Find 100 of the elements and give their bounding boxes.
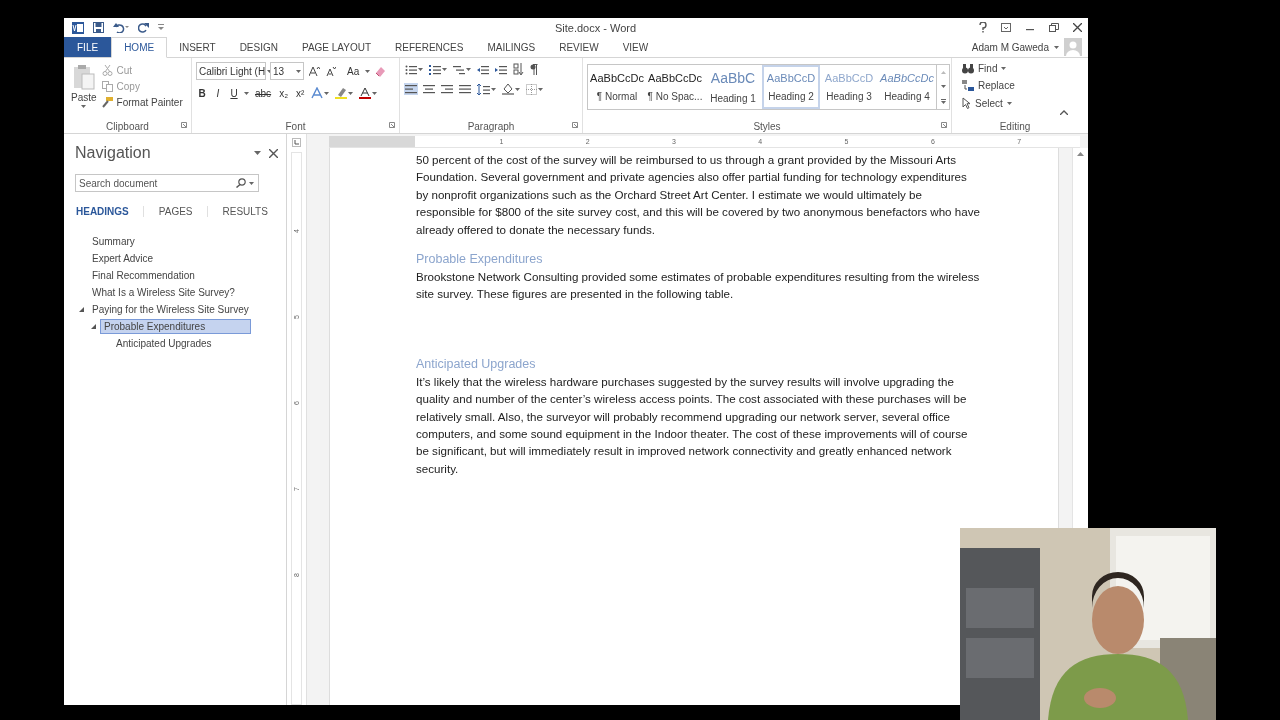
dropdown-caret-icon[interactable]	[81, 105, 87, 108]
style-name: Heading 4	[884, 91, 930, 102]
bold-button[interactable]: B	[196, 87, 208, 99]
ribbon-tab[interactable]: INSERT	[167, 37, 228, 57]
strikethrough-button[interactable]: abc	[253, 87, 274, 99]
dropdown-caret-icon[interactable]	[1006, 101, 1012, 105]
close-icon[interactable]	[1073, 23, 1082, 32]
dropdown-caret-icon[interactable]	[267, 69, 273, 73]
heading-item[interactable]: Paying for the Wireless Site Survey	[88, 302, 253, 317]
pane-tab[interactable]: PAGES	[157, 206, 208, 217]
more-styles-icon[interactable]	[940, 98, 946, 104]
underline-button[interactable]: U	[228, 87, 240, 99]
dropdown-caret-icon[interactable]	[348, 91, 354, 95]
style-item[interactable]: AaBbCcDc ¶ Normal	[588, 65, 646, 109]
ribbon-tab[interactable]: DESIGN	[227, 37, 290, 57]
numbering-icon[interactable]	[429, 63, 441, 75]
pane-tab[interactable]: RESULTS	[221, 206, 282, 217]
dropdown-caret-icon[interactable]	[515, 87, 520, 91]
ribbon-tab[interactable]: HOME	[111, 37, 168, 58]
dialog-launcher-icon[interactable]	[941, 122, 947, 128]
ribbon-tab[interactable]: PAGE LAYOUT	[289, 37, 384, 57]
ribbon-tab[interactable]: REFERENCES	[383, 37, 476, 57]
multilevel-list-icon[interactable]	[453, 63, 465, 75]
style-item[interactable]: AaBbCcDc Heading 4	[878, 65, 936, 109]
customize-toolbar-icon[interactable]	[158, 24, 164, 31]
decrease-indent-icon[interactable]	[477, 63, 489, 75]
restore-icon[interactable]	[1049, 23, 1059, 32]
ribbon-tab[interactable]: FILE	[64, 37, 112, 57]
dropdown-caret-icon[interactable]	[442, 67, 447, 71]
dropdown-caret-icon[interactable]	[296, 69, 301, 73]
heading-item[interactable]: Final Recommendation	[88, 268, 199, 283]
heading-item[interactable]: Expert Advice	[88, 251, 158, 266]
redo-icon[interactable]	[138, 22, 149, 33]
align-center-button[interactable]	[422, 83, 436, 95]
dropdown-caret-icon[interactable]	[365, 69, 371, 73]
dropdown-caret-icon[interactable]	[244, 91, 249, 95]
heading-item[interactable]: Summary	[88, 234, 139, 249]
dropdown-caret-icon[interactable]	[1001, 67, 1007, 70]
align-justify-icon	[459, 84, 471, 94]
scroll-down-icon[interactable]	[940, 84, 946, 88]
borders-icon[interactable]	[526, 83, 537, 95]
clipboard-icon	[72, 64, 95, 90]
dropdown-caret-icon[interactable]	[1054, 45, 1059, 49]
pilcrow-icon[interactable]	[530, 63, 538, 75]
heading-item[interactable]: Anticipated Upgrades	[112, 336, 216, 351]
change-case-button[interactable]: Aa	[345, 65, 362, 77]
ribbon-display-options-icon[interactable]	[1001, 23, 1011, 32]
ribbon-tab[interactable]: MAILINGS	[475, 37, 548, 57]
font-size-field[interactable]: 13	[270, 62, 304, 80]
dropdown-caret-icon[interactable]	[491, 87, 496, 91]
ribbon-tab[interactable]: REVIEW	[547, 37, 611, 57]
line-spacing-icon[interactable]	[477, 83, 490, 95]
font-color-icon[interactable]	[359, 87, 372, 99]
help-icon[interactable]	[979, 22, 987, 33]
format-painter-button[interactable]: Format Painter	[99, 96, 185, 109]
dropdown-caret-icon[interactable]	[324, 91, 330, 95]
heading-item[interactable]: Probable Expenditures	[100, 319, 251, 334]
increase-indent-icon[interactable]	[495, 63, 507, 75]
dialog-launcher-icon[interactable]	[181, 122, 187, 128]
pane-options-icon[interactable]	[254, 151, 261, 155]
grow-font-icon[interactable]	[309, 66, 320, 76]
highlighter-icon[interactable]	[335, 87, 348, 99]
subscript-button[interactable]: x₂	[277, 87, 290, 99]
dropdown-caret-icon[interactable]	[538, 87, 543, 91]
style-item[interactable]: AaBbCcDc ¶ No Spac...	[646, 65, 704, 109]
dialog-launcher-icon[interactable]	[389, 122, 395, 128]
style-item[interactable]: AaBbC Heading 1	[704, 65, 762, 109]
save-icon[interactable]	[93, 22, 104, 33]
align-justify-button[interactable]	[458, 83, 472, 95]
expanded-triangle-icon[interactable]	[91, 324, 96, 329]
word-logo-icon[interactable]	[72, 21, 84, 34]
paste-button[interactable]: Paste	[68, 62, 100, 119]
ribbon-tab[interactable]: VIEW	[610, 37, 661, 57]
dropdown-caret-icon[interactable]	[418, 67, 423, 71]
dropdown-caret-icon[interactable]	[466, 67, 471, 71]
select-button[interactable]: Select	[960, 96, 1017, 110]
close-icon[interactable]	[269, 148, 278, 158]
user-name[interactable]: Adam M Gaweda	[971, 41, 1049, 53]
dropdown-caret-icon[interactable]	[372, 91, 378, 95]
style-item[interactable]: AaBbCcD Heading 3	[820, 65, 878, 109]
italic-button[interactable]: I	[212, 87, 224, 99]
replace-button[interactable]: Replace	[960, 79, 1017, 92]
collapse-ribbon-icon[interactable]	[1060, 110, 1068, 115]
expanded-triangle-icon[interactable]	[79, 307, 84, 312]
heading-item[interactable]: What Is a Wireless Site Survey?	[88, 285, 239, 300]
style-item[interactable]: AaBbCcD Heading 2	[762, 65, 820, 109]
sort-icon[interactable]	[513, 63, 524, 75]
undo-icon[interactable]	[113, 22, 129, 33]
bullets-icon[interactable]	[405, 63, 417, 75]
pane-title: Navigation	[75, 144, 152, 162]
align-left-button[interactable]	[404, 83, 418, 95]
find-button[interactable]: Find	[960, 62, 1017, 75]
pane-tab[interactable]: HEADINGS	[75, 206, 144, 217]
scroll-up-icon[interactable]	[1077, 152, 1084, 156]
superscript-button[interactable]: x²	[294, 87, 307, 99]
shrink-font-icon[interactable]	[326, 66, 336, 76]
dialog-launcher-icon[interactable]	[572, 122, 578, 128]
text-effects-icon[interactable]	[311, 87, 324, 99]
shading-icon[interactable]	[502, 83, 514, 95]
align-right-button[interactable]	[440, 83, 454, 95]
